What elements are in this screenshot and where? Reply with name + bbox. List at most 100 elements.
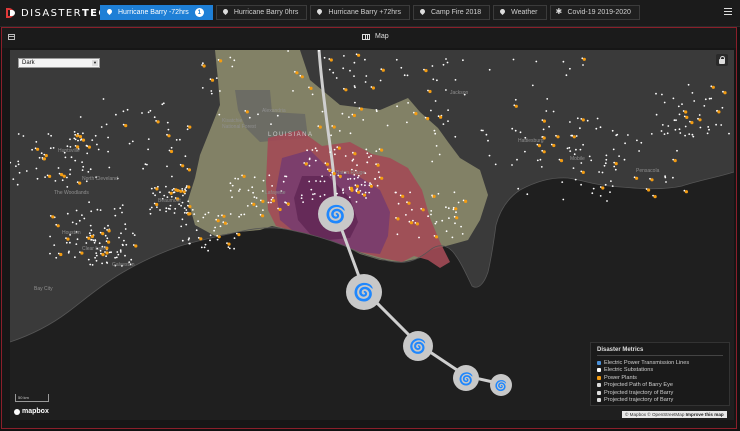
- substation-dot: [674, 128, 677, 131]
- power-plant-dot: [51, 215, 55, 219]
- legend-label: Electric Power Transmission Lines: [604, 359, 690, 366]
- substation-dot: [185, 209, 188, 211]
- legend-item[interactable]: Projected trajectory of Barry: [597, 389, 723, 397]
- menu-icon[interactable]: [724, 8, 732, 15]
- tab-hurricane-barry-plus-72[interactable]: Hurricane Barry +72hrs: [310, 5, 410, 20]
- legend-item[interactable]: Electric Power Transmission Lines: [597, 359, 723, 367]
- power-plant-dot: [181, 164, 185, 168]
- substation-dot: [88, 201, 90, 204]
- lock-icon[interactable]: [716, 54, 728, 66]
- substation-dot: [227, 246, 230, 249]
- substation-dot: [166, 165, 168, 168]
- map-attribution[interactable]: © Mapbox © OpenStreetMap Improve this ma…: [622, 411, 727, 418]
- substation-dot: [485, 133, 488, 136]
- substation-dot: [147, 111, 150, 114]
- power-plant-dot: [581, 170, 585, 174]
- power-plant-dot: [614, 162, 618, 166]
- substation-dot: [609, 191, 611, 194]
- substation-dot: [89, 263, 92, 266]
- tab-hurricane-barry-0[interactable]: Hurricane Barry 0hrs: [215, 5, 308, 20]
- power-plant-dot: [376, 163, 380, 167]
- substation-dot: [666, 132, 669, 135]
- mapbox-logo[interactable]: mapbox: [14, 408, 49, 415]
- substation-dot: [316, 149, 318, 152]
- power-plant-dot: [81, 138, 86, 142]
- tab-covid-19[interactable]: Covid-19 2019-2020: [549, 5, 640, 20]
- substation-dot: [710, 97, 713, 100]
- substation-dot: [397, 202, 400, 205]
- substation-dot: [403, 74, 406, 77]
- power-plant-dot: [278, 207, 282, 212]
- power-plant-dot: [414, 112, 418, 116]
- substation-dot: [149, 212, 152, 215]
- substation-dot: [184, 188, 187, 191]
- substation-dot: [124, 223, 127, 226]
- tab-hurricane-barry-minus-72[interactable]: Hurricane Barry -72hrs 1: [100, 5, 213, 20]
- label-mobile: Mobile: [570, 156, 585, 162]
- substation-dot: [433, 129, 436, 132]
- substation-dot: [71, 221, 74, 224]
- substation-dot: [344, 155, 347, 157]
- power-plant-dot: [556, 135, 560, 139]
- map-style-select[interactable]: Dark ▼: [18, 58, 100, 68]
- label-houston: Houston: [62, 230, 81, 236]
- substation-dot: [17, 160, 20, 163]
- substation-dot: [366, 161, 369, 164]
- tab-label: Hurricane Barry +72hrs: [328, 9, 401, 16]
- substation-dot: [47, 133, 50, 135]
- power-plant-dot: [559, 159, 564, 163]
- substation-dot: [81, 169, 84, 171]
- substation-dot: [229, 182, 232, 185]
- substation-dot: [357, 176, 359, 179]
- substation-dot: [514, 129, 517, 132]
- hurricane-marker[interactable]: 🌀: [453, 365, 479, 391]
- hurricane-marker[interactable]: 🌀: [403, 331, 433, 361]
- substation-dot: [94, 134, 97, 137]
- tab-weather[interactable]: Weather: [493, 5, 547, 20]
- substation-dot: [243, 213, 246, 216]
- substation-dot: [431, 65, 434, 67]
- legend-swatch: [597, 375, 601, 380]
- legend-item[interactable]: Electric Substations: [597, 367, 723, 375]
- legend-item[interactable]: Projected trajectory of Barry: [597, 397, 723, 405]
- power-plant-dot: [219, 59, 223, 63]
- panel-collapse-icon[interactable]: [8, 34, 15, 40]
- legend-item[interactable]: Projected Path of Barry Eye: [597, 382, 723, 390]
- substation-dot: [636, 139, 638, 142]
- substation-dot: [117, 253, 120, 256]
- power-plant-dot: [653, 195, 657, 199]
- hurricane-marker[interactable]: 🌀: [346, 274, 382, 310]
- substation-dot: [329, 151, 331, 153]
- improve-map-link[interactable]: Improve this map: [686, 412, 724, 417]
- substation-dot: [430, 213, 432, 216]
- chevron-down-icon: ▼: [92, 60, 98, 66]
- substation-dot: [488, 68, 491, 71]
- substation-dot: [124, 254, 126, 257]
- hurricane-marker[interactable]: 🌀: [490, 374, 512, 396]
- power-plant-dot: [36, 147, 40, 151]
- label-huntsville: Huntsville: [58, 148, 80, 154]
- substation-dot: [349, 69, 351, 72]
- power-plant-dot: [601, 186, 605, 190]
- substation-dot: [187, 238, 190, 241]
- tab-label: Hurricane Barry -72hrs: [118, 9, 189, 16]
- substation-dot: [430, 210, 433, 212]
- substation-dot: [66, 212, 69, 215]
- substation-dot: [353, 75, 355, 77]
- substation-dot: [377, 171, 380, 173]
- substation-dot: [480, 129, 483, 132]
- substation-dot: [200, 246, 203, 249]
- panel-header: Map: [2, 28, 736, 48]
- map-canvas[interactable]: 🌀 🌀 🌀 🌀 🌀 LOUISIANA Alexandria Kisatchie…: [10, 50, 734, 420]
- tab-camp-fire-2018[interactable]: Camp Fire 2018: [412, 5, 491, 20]
- substation-dot: [74, 256, 76, 259]
- legend-item[interactable]: Power Plants: [597, 374, 723, 382]
- hurricane-marker[interactable]: 🌀: [318, 196, 354, 232]
- substation-dot: [103, 227, 106, 230]
- label-north-cleveland: North Cleveland: [82, 176, 118, 182]
- power-plant-dot: [401, 194, 405, 198]
- power-plant-dot: [455, 216, 459, 220]
- substation-dot: [131, 140, 134, 143]
- substation-dot: [574, 178, 577, 181]
- substation-dot: [102, 98, 105, 100]
